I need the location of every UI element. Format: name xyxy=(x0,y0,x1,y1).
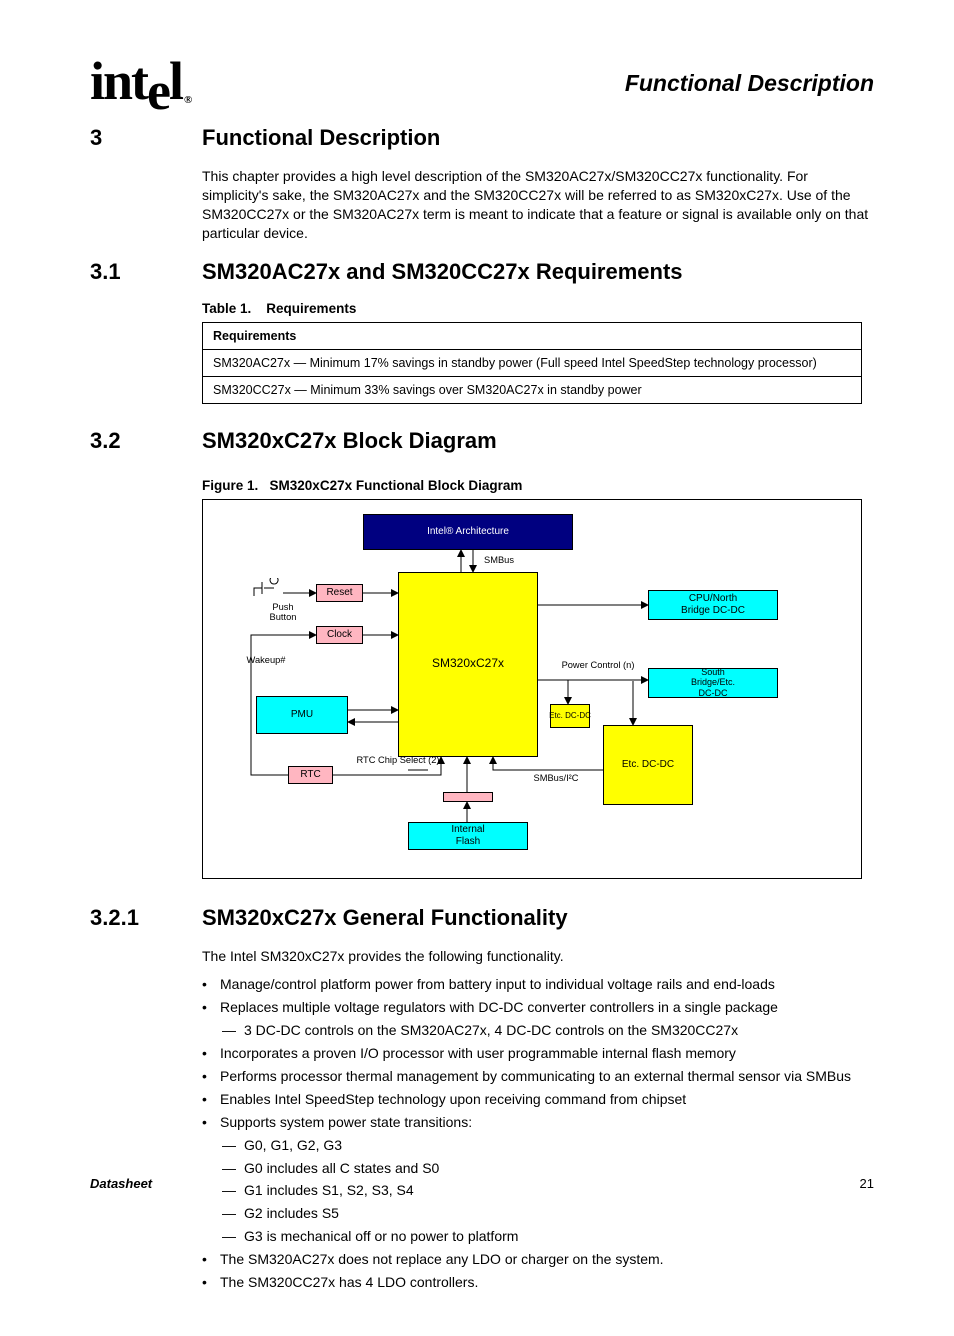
bullet-sub-item: —G0, G1, G2, G3 xyxy=(222,1136,874,1155)
block-rtc-small xyxy=(443,792,493,802)
table-row: SM320CC27x — Minimum 33% savings over SM… xyxy=(203,376,862,403)
intro-paragraph: This chapter provides a high level descr… xyxy=(202,167,874,243)
bullet-sub-item: —G0 includes all C states and S0 xyxy=(222,1159,874,1178)
section-31-heading: 3.1SM320AC27x and SM320CC27x Requirement… xyxy=(90,259,874,285)
page-footer: Datasheet 21 xyxy=(90,1176,874,1191)
block-diagram: Intel® Architecture SM320xC27x Reset Clo… xyxy=(202,499,862,879)
block-reset: Reset xyxy=(316,584,363,602)
section-321-heading: 3.2.1SM320xC27x General Functionality xyxy=(90,905,874,931)
label-i2c: SMBus/I²C xyxy=(521,773,591,783)
label-smbus: SMBus xyxy=(479,555,519,565)
footer-left: Datasheet xyxy=(90,1176,152,1191)
block-sm320: SM320xC27x xyxy=(398,572,538,757)
table-1-caption: Table 1. Requirements xyxy=(202,301,874,316)
block-dc-etc2: Etc. DC-DC xyxy=(603,725,693,805)
push-button-symbol xyxy=(251,578,283,602)
bullet-item: •Supports system power state transitions… xyxy=(202,1113,874,1132)
block-clock: Clock xyxy=(316,626,363,644)
bullet-item: •Replaces multiple voltage regulators wi… xyxy=(202,998,874,1017)
label-push-button: Push Button xyxy=(258,602,308,622)
chapter-title: Functional Description xyxy=(90,70,874,97)
label-power-ctrl: Power Control (n) xyxy=(553,660,643,670)
table-row: SM320AC27x — Minimum 17% savings in stan… xyxy=(203,349,862,376)
gen-intro: The Intel SM320xC27x provides the follow… xyxy=(202,947,874,966)
bullet-item: •Performs processor thermal management b… xyxy=(202,1067,874,1086)
block-intel-arch: Intel® Architecture xyxy=(363,514,573,550)
label-wakeup: Wakeup# xyxy=(243,655,289,665)
bullet-item: •The SM320AC27x does not replace any LDO… xyxy=(202,1250,874,1269)
footer-page-number: 21 xyxy=(860,1176,874,1191)
bullet-item: •The SM320CC27x has 4 LDO controllers. xyxy=(202,1273,874,1292)
block-dc-cpu: CPU/North Bridge DC-DC xyxy=(648,590,778,620)
bullet-sub-item: —G2 includes S5 xyxy=(222,1204,874,1223)
bullet-sub-item: —3 DC-DC controls on the SM320AC27x, 4 D… xyxy=(222,1021,874,1040)
table-header: Requirements xyxy=(203,322,862,349)
block-dc-etc1: Etc. DC-DC xyxy=(550,704,590,728)
figure-1-caption: Figure 1. SM320xC27x Functional Block Di… xyxy=(202,478,874,493)
block-rtc: RTC xyxy=(288,766,333,784)
bullet-item: •Manage/control platform power from batt… xyxy=(202,975,874,994)
intel-logo: intel® xyxy=(90,50,188,112)
bullet-sub-item: —G3 is mechanical off or no power to pla… xyxy=(222,1227,874,1246)
bullet-item: •Incorporates a proven I/O processor wit… xyxy=(202,1044,874,1063)
block-dc-se: South Bridge/Etc. DC-DC xyxy=(648,668,778,698)
requirements-table: Requirements SM320AC27x — Minimum 17% sa… xyxy=(202,322,862,404)
section-3-heading: 3Functional Description xyxy=(90,125,874,151)
section-32-heading: 3.2SM320xC27x Block Diagram xyxy=(90,428,874,454)
block-pmu: PMU xyxy=(256,696,348,734)
bullet-item: •Enables Intel SpeedStep technology upon… xyxy=(202,1090,874,1109)
label-rtc-cs: RTC Chip Select (2) xyxy=(353,755,443,765)
block-flash: Internal Flash xyxy=(408,822,528,850)
